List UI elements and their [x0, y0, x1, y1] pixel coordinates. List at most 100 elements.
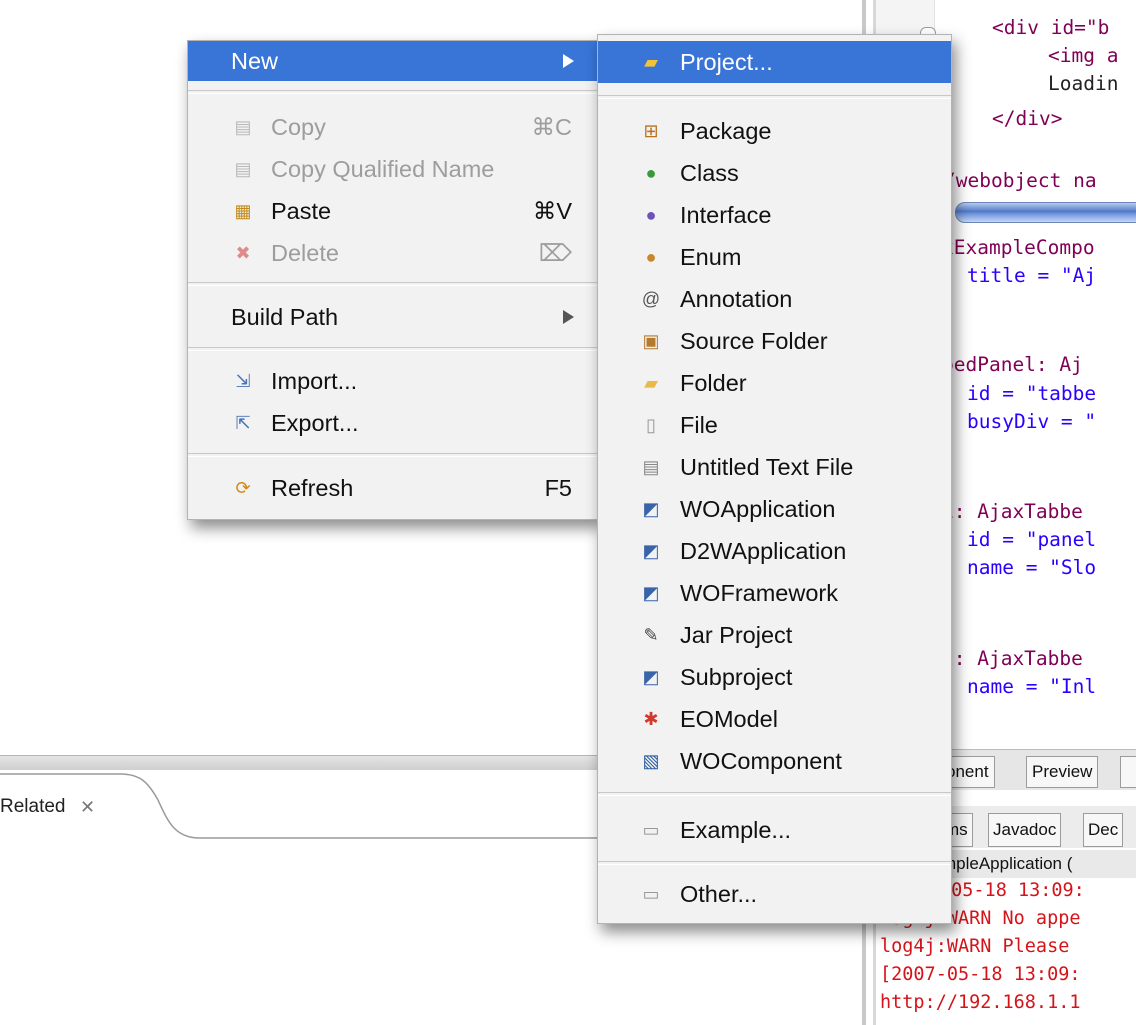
- menu-item-build-path[interactable]: Build Path: [188, 297, 598, 337]
- menu-item-refresh[interactable]: ⟳ Refresh F5: [188, 468, 598, 508]
- folder-icon: ▰: [644, 373, 658, 393]
- submenu-item-label: Folder: [680, 370, 747, 396]
- package-icon: ⊞: [643, 121, 659, 141]
- close-icon[interactable]: ✕: [80, 797, 95, 818]
- annotation-icon: @: [641, 289, 661, 309]
- submenu-item-label: Subproject: [680, 664, 793, 690]
- menu-separator: [188, 90, 598, 94]
- tab-api[interactable]: [1120, 756, 1136, 788]
- submenu-item-folder[interactable]: ▰ Folder: [598, 362, 951, 404]
- console-line: [2007-05-18 13:09:: [880, 964, 1081, 985]
- submenu-item-example[interactable]: ▭ Example...: [598, 809, 951, 851]
- related-tab-label[interactable]: Related: [0, 796, 66, 818]
- submenu-arrow-icon: [563, 310, 574, 324]
- menu-separator: [188, 347, 598, 351]
- submenu-item-subproject[interactable]: ◩ Subproject: [598, 656, 951, 698]
- code-line: <div id="b: [992, 16, 1110, 39]
- submenu-item-other[interactable]: ▭ Other...: [598, 873, 951, 915]
- class-icon: ●: [645, 163, 657, 183]
- refresh-icon: ⟳: [235, 478, 251, 498]
- menu-separator: [598, 95, 951, 99]
- menu-item-copy[interactable]: ▤ Copy ⌘C: [188, 107, 598, 147]
- context-menu: New ▤ Copy ⌘C ▤ Copy Qualified Name ▦ Pa…: [187, 40, 599, 520]
- menu-item-label: Delete: [271, 240, 339, 266]
- wocomponent-icon: ▧: [642, 751, 660, 771]
- submenu-item-untitled-text-file[interactable]: ▤ Untitled Text File: [598, 446, 951, 488]
- code-line: id = "tabbe: [967, 382, 1097, 405]
- code-line: bedPanel: Aj: [942, 353, 1083, 376]
- console-line: -05-18 13:09:: [940, 880, 1085, 901]
- console-line: http://192.168.1.1: [880, 992, 1081, 1013]
- menu-item-label: Copy Qualified Name: [271, 156, 495, 182]
- submenu-item-label: Class: [680, 160, 739, 186]
- menu-item-label: Export...: [271, 410, 359, 436]
- submenu-item-label: File: [680, 412, 718, 438]
- submenu-item-class[interactable]: ● Class: [598, 152, 951, 194]
- menu-item-copy-qualified-name[interactable]: ▤ Copy Qualified Name: [188, 149, 598, 189]
- menu-item-label: Import...: [271, 368, 358, 394]
- interface-icon: ●: [645, 205, 657, 225]
- submenu-item-label: Package: [680, 118, 772, 144]
- menu-separator: [598, 792, 951, 796]
- file-icon: ▯: [646, 415, 656, 435]
- submenu-item-label: Untitled Text File: [680, 454, 854, 480]
- tab-preview[interactable]: Preview: [1026, 756, 1099, 788]
- source-folder-icon: ▣: [642, 331, 660, 351]
- code-line: xExampleCompo: [942, 236, 1095, 259]
- submenu-item-annotation[interactable]: @ Annotation: [598, 278, 951, 320]
- submenu-item-woapplication[interactable]: ◩ WOApplication: [598, 488, 951, 530]
- submenu-item-woframework[interactable]: ◩ WOFramework: [598, 572, 951, 614]
- other-wizard-icon: ▭: [642, 884, 660, 904]
- submenu-item-label: Other...: [680, 881, 758, 907]
- menu-item-import[interactable]: ⇲ Import...: [188, 361, 598, 401]
- code-line: 2: AjaxTabbe: [942, 647, 1083, 670]
- progress-bar: [955, 202, 1136, 223]
- code-line: /webobject na: [944, 169, 1097, 192]
- d2wapplication-icon: ◩: [642, 541, 660, 561]
- submenu-item-jar-project[interactable]: ✎ Jar Project: [598, 614, 951, 656]
- console-line: log4j:WARN Please: [880, 936, 1070, 957]
- menu-item-label: Paste: [271, 198, 332, 224]
- submenu-item-eomodel[interactable]: ✱ EOModel: [598, 698, 951, 740]
- submenu-item-label: Source Folder: [680, 328, 828, 354]
- submenu-item-project[interactable]: ▰ Project...: [598, 41, 951, 83]
- submenu-item-enum[interactable]: ● Enum: [598, 236, 951, 278]
- submenu-item-interface[interactable]: ● Interface: [598, 194, 951, 236]
- menu-item-label: Copy: [271, 114, 326, 140]
- submenu-item-package[interactable]: ⊞ Package: [598, 110, 951, 152]
- enum-icon: ●: [645, 247, 657, 267]
- copy-qualified-icon: ▤: [234, 159, 252, 179]
- submenu-item-wocomponent[interactable]: ▧ WOComponent: [598, 740, 951, 782]
- text-file-icon: ▤: [642, 457, 660, 477]
- woapplication-icon: ◩: [642, 499, 660, 519]
- submenu-item-label: Interface: [680, 202, 772, 228]
- menu-item-export[interactable]: ⇱ Export...: [188, 403, 598, 443]
- code-line: name = "Inl: [967, 675, 1097, 698]
- tab-declaration[interactable]: Dec: [1083, 813, 1124, 847]
- submenu-item-source-folder[interactable]: ▣ Source Folder: [598, 320, 951, 362]
- submenu-item-label: WOApplication: [680, 496, 836, 522]
- menu-item-paste[interactable]: ▦ Paste ⌘V: [188, 191, 598, 231]
- code-line: 1: AjaxTabbe: [942, 500, 1083, 523]
- shortcut-label: ⌦: [538, 240, 572, 266]
- delete-icon: ✖: [235, 243, 251, 263]
- code-line: </div>: [992, 107, 1063, 130]
- menu-separator: [598, 861, 951, 865]
- subproject-icon: ◩: [642, 667, 660, 687]
- shortcut-label: F5: [544, 475, 572, 501]
- submenu-item-d2wapplication[interactable]: ◩ D2WApplication: [598, 530, 951, 572]
- submenu-item-label: WOComponent: [680, 748, 842, 774]
- submenu-item-file[interactable]: ▯ File: [598, 404, 951, 446]
- menu-item-label: New: [231, 48, 279, 74]
- menu-item-delete[interactable]: ✖ Delete ⌦: [188, 233, 598, 273]
- submenu-arrow-icon: [563, 54, 574, 68]
- eomodel-icon: ✱: [643, 709, 659, 729]
- submenu-item-label: Annotation: [680, 286, 793, 312]
- woframework-icon: ◩: [642, 583, 660, 603]
- jar-project-icon: ✎: [643, 625, 659, 645]
- tab-javadoc[interactable]: Javadoc: [988, 813, 1062, 847]
- copy-icon: ▤: [234, 117, 252, 137]
- menu-item-new[interactable]: New: [188, 41, 598, 81]
- submenu-item-label: WOFramework: [680, 580, 838, 606]
- example-wizard-icon: ▭: [642, 820, 660, 840]
